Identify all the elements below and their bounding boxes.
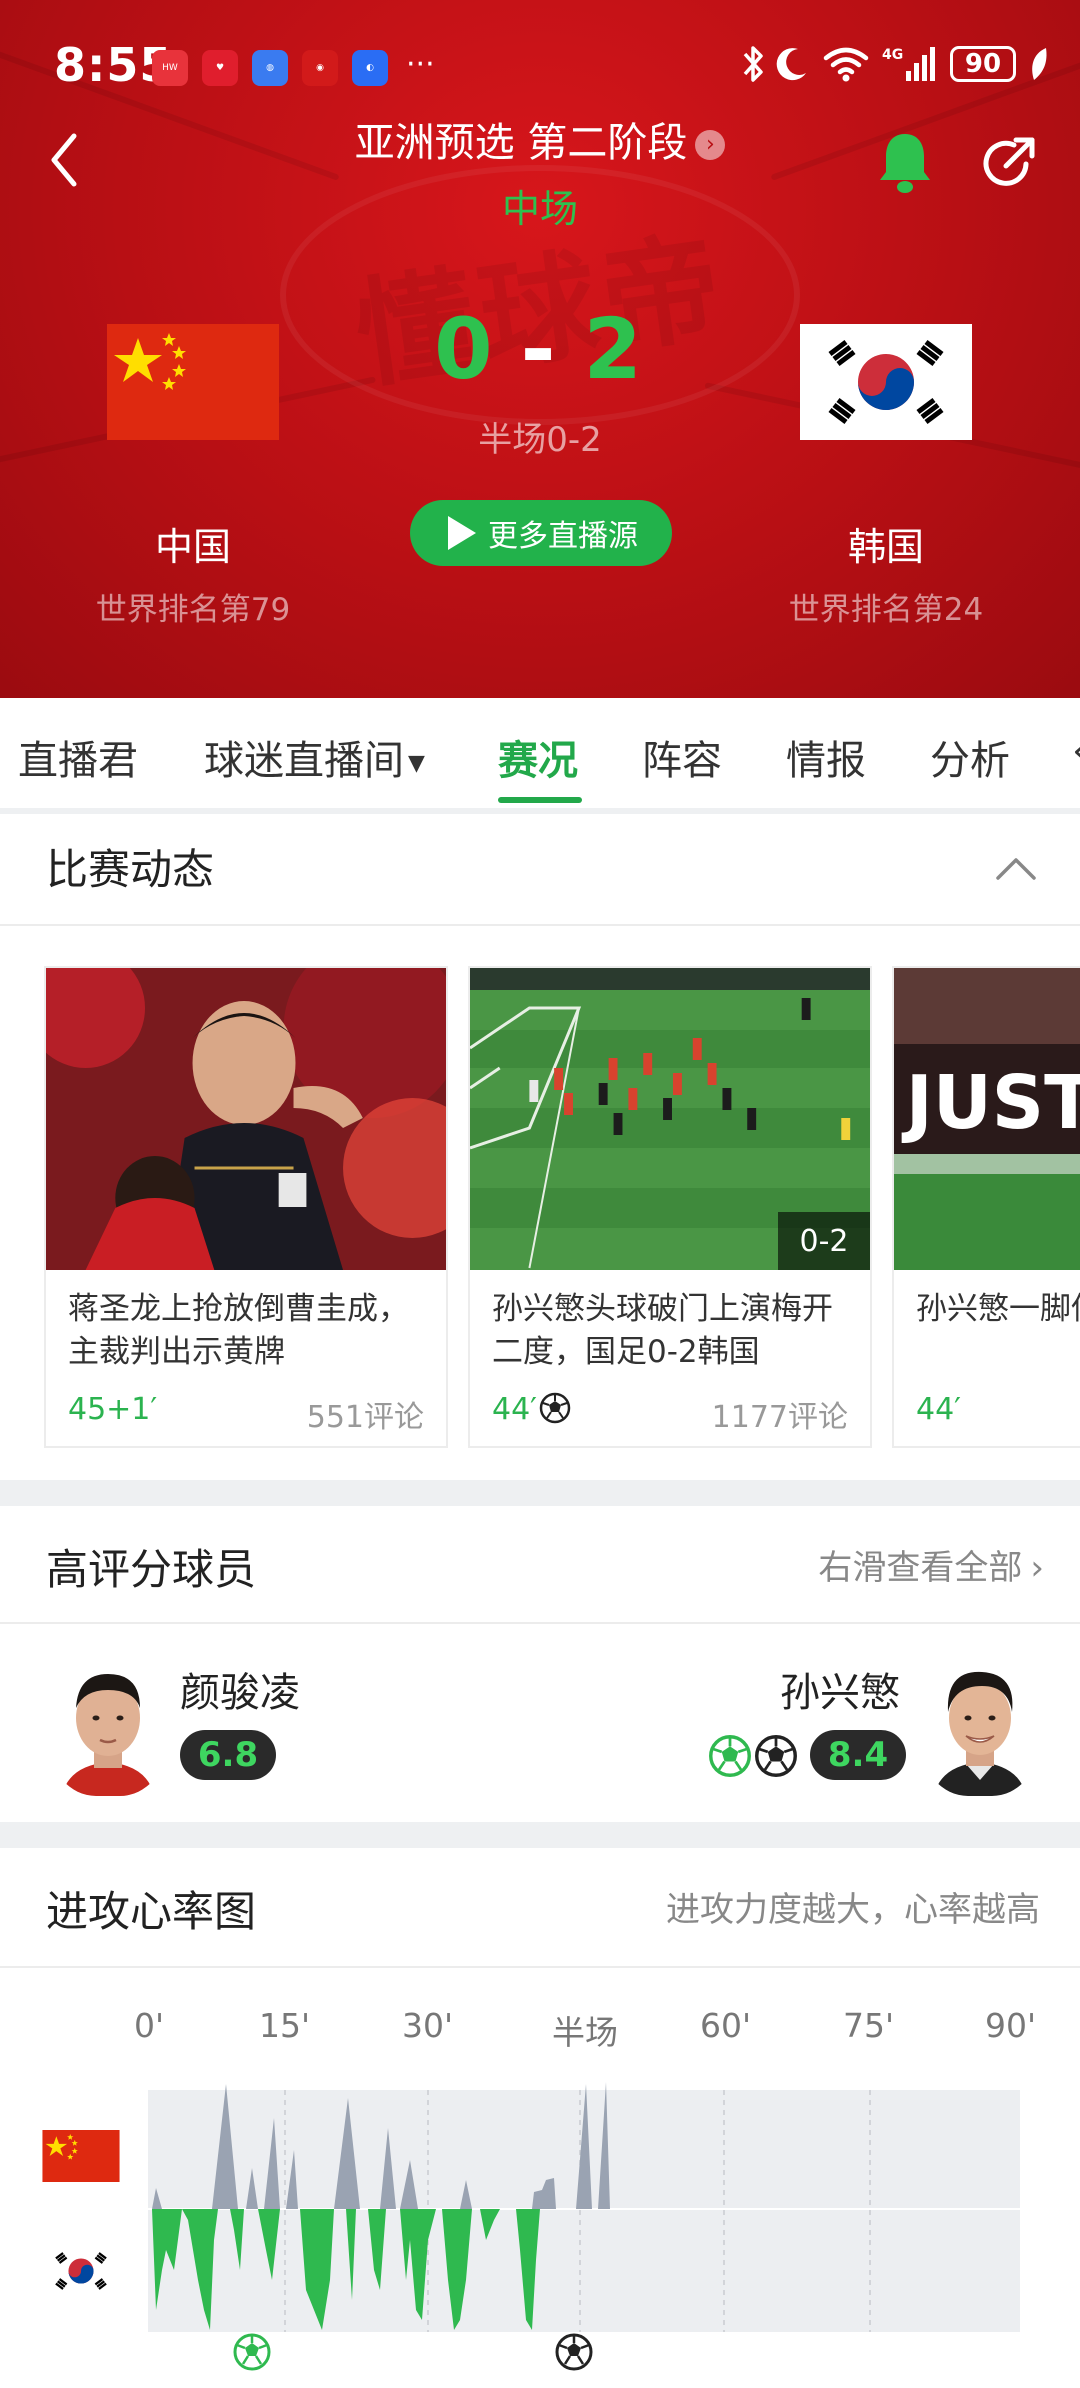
chevron-right-icon: › — [1030, 1548, 1044, 1588]
section-title: 高评分球员 — [46, 1545, 257, 1594]
bank-app-icon: ◉ — [302, 50, 338, 86]
tab-analysis[interactable]: 分析 — [930, 728, 1010, 786]
active-tab-indicator — [498, 797, 582, 803]
divider — [0, 924, 1080, 926]
minute-label: 0' — [134, 2006, 165, 2045]
soccer-ball-goal-icon — [709, 1735, 751, 1777]
play-icon — [448, 516, 476, 550]
goal-marker — [555, 2333, 593, 2371]
away-top-player-name[interactable]: 孙兴慜 — [780, 1660, 900, 1718]
bluetooth-icon — [743, 46, 763, 82]
divider — [0, 1966, 1080, 1968]
korea-flag-icon — [42, 2245, 120, 2297]
tab-live-host[interactable]: 直播君 — [18, 728, 138, 786]
minute-label: 30' — [402, 2006, 454, 2045]
thumbnail-ad-text: JUST — [901, 1060, 1080, 1146]
caret-down-icon: ▼ — [408, 750, 425, 776]
tab-intel[interactable]: 情报 — [786, 728, 866, 786]
tab-fan-live-room[interactable]: 球迷直播间 ▼ — [204, 728, 425, 786]
browser-app-icon: ◍ — [252, 50, 288, 86]
league-name: 亚洲预选 第二阶段 — [354, 120, 688, 166]
news-minute: 44′ — [916, 1392, 961, 1427]
minute-label: 15' — [259, 2006, 311, 2045]
news-headline: 孙兴慜一脚低射被王大雷将球扑出 — [916, 1291, 1080, 1327]
player-avatar[interactable] — [48, 1656, 168, 1796]
player-avatar[interactable] — [920, 1656, 1040, 1796]
share-icon[interactable] — [978, 134, 1038, 194]
battery-indicator: 90 — [950, 46, 1016, 82]
china-flag-icon — [42, 2130, 120, 2182]
app-store-icon: ◐ — [352, 50, 388, 86]
cellular-signal-icon: 4G — [882, 47, 935, 81]
tab-overflow[interactable]: ‹ — [1072, 728, 1080, 774]
section-title: 进攻心率图 — [46, 1887, 257, 1936]
heartrate-hint: 进攻力度越大，心率越高 — [666, 1890, 1040, 1930]
svg-text:4G: 4G — [882, 47, 903, 63]
system-icons: 4G 90 — [742, 44, 1050, 84]
scoreboard: 0-2 — [0, 300, 1080, 398]
soccer-ball-icon — [539, 1392, 571, 1424]
moon-icon — [776, 48, 806, 81]
news-card[interactable]: JUST 孙兴慜一脚低射被王大雷将球扑出 44′ — [892, 966, 1080, 1448]
bell-icon[interactable] — [876, 130, 934, 196]
more-notifications-icon: ··· — [406, 47, 435, 82]
health-app-icon: ♥ — [202, 50, 238, 86]
home-team-rank: 世界排名第79 — [95, 592, 291, 628]
news-thumbnail: JUST — [894, 968, 1080, 1270]
goal-marker — [233, 2333, 271, 2371]
minute-label: 75' — [843, 2006, 895, 2045]
halftime-score: 半场0-2 — [478, 420, 602, 460]
more-live-sources-button[interactable]: 更多直播源 — [410, 500, 672, 566]
see-all-link[interactable]: 右滑查看全部 › — [818, 1540, 1044, 1589]
section-title: 比赛动态 — [46, 845, 215, 894]
tab-fan-live-room-label: 球迷直播间 — [204, 738, 404, 784]
match-tabs: 直播君 球迷直播间▼ 赛况 阵容 情报 分析 ‹ — [0, 698, 1080, 808]
rating-badge: 8.4 — [810, 1730, 906, 1780]
home-team-name[interactable]: 中国 — [43, 516, 343, 571]
notification-icons: HW ♥ ◍ ◉ ◐ ··· — [152, 50, 435, 86]
minute-label: 60' — [700, 2006, 752, 2045]
news-headline: 蒋圣龙上抢放倒曹圭成，主裁判出示黄牌 — [68, 1291, 409, 1370]
news-card[interactable]: 0-2 孙兴慜头球破门上演梅开二度，国足0-2韩国 44′ 1177评论 — [468, 966, 872, 1448]
news-card[interactable]: 蒋圣龙上抢放倒曹圭成，主裁判出示黄牌 45+1′ 551评论 — [44, 966, 448, 1448]
news-comment-count: 1177评论 — [711, 1400, 848, 1435]
away-team-rank: 世界排名第24 — [788, 592, 984, 628]
match-header: 懂球帝 8:55 HW ♥ ◍ ◉ ◐ ··· 4G 90 亚洲预选 第二阶段 … — [0, 0, 1080, 698]
score-separator: - — [520, 300, 560, 398]
news-minute-goal: 44′ — [492, 1392, 571, 1427]
tab-lineup[interactable]: 阵容 — [642, 728, 722, 786]
leaf-charging-icon — [1032, 48, 1047, 80]
news-minute: 45+1′ — [68, 1392, 158, 1427]
minute-label: 半场 — [552, 2013, 618, 2052]
news-thumbnail — [46, 968, 446, 1270]
home-score: 0 — [434, 300, 497, 398]
away-team-name[interactable]: 韩国 — [736, 516, 1036, 571]
soccer-ball-goal-icon — [755, 1735, 797, 1777]
away-score: 2 — [583, 300, 646, 398]
news-headline: 孙兴慜头球破门上演梅开二度，国足0-2韩国 — [492, 1291, 833, 1370]
news-comment-count: 551评论 — [306, 1400, 424, 1435]
attack-heartrate-chart — [148, 2082, 1020, 2371]
see-all-label: 右滑查看全部 — [818, 1548, 1023, 1588]
wifi-icon — [823, 47, 869, 82]
more-live-label: 更多直播源 — [488, 519, 638, 554]
goal-score-badge: 0-2 — [778, 1212, 870, 1270]
rating-badge: 6.8 — [180, 1730, 276, 1780]
huawei-app-icon: HW — [152, 50, 188, 86]
divider — [0, 1622, 1080, 1624]
tab-match-status[interactable]: 赛况 — [498, 728, 578, 786]
home-top-player-name[interactable]: 颜骏凌 — [180, 1660, 300, 1718]
news-minute: 44′ — [492, 1392, 537, 1427]
chevron-up-icon[interactable] — [994, 852, 1038, 882]
minute-label: 90' — [985, 2006, 1037, 2045]
chevron-right-icon: › — [695, 130, 726, 160]
